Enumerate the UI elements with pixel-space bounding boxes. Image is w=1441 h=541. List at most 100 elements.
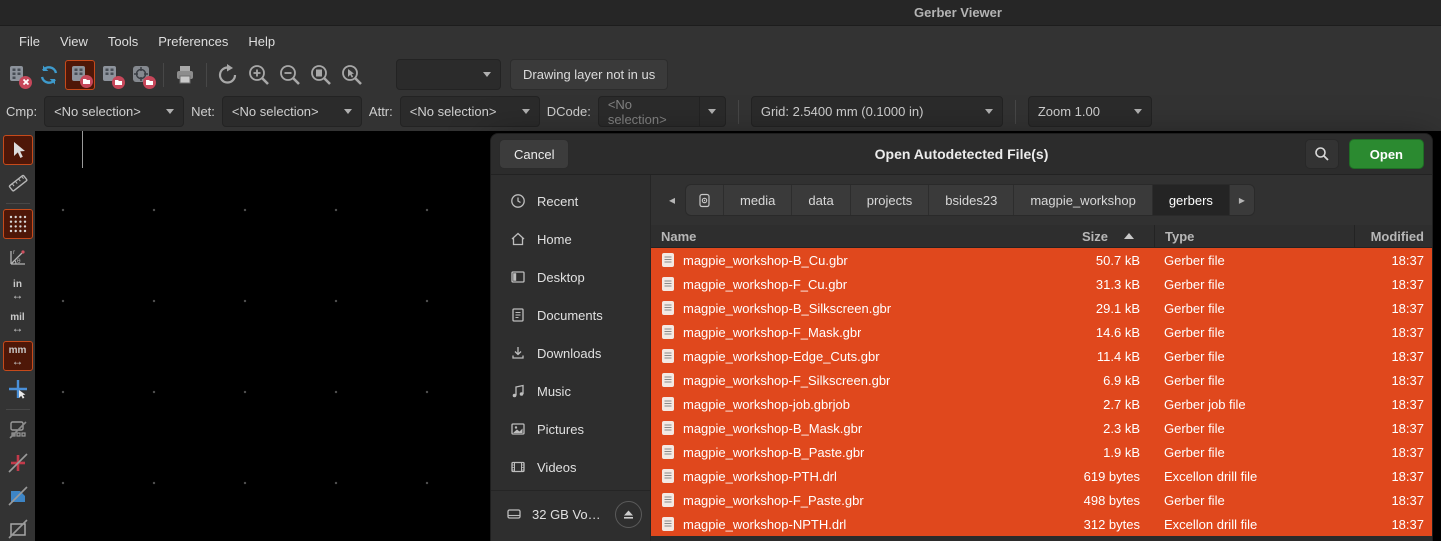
zoom-in-icon bbox=[249, 64, 269, 85]
zoom-selection-button[interactable] bbox=[337, 60, 367, 90]
zoom-value: Zoom 1.00 bbox=[1037, 104, 1100, 119]
chevron-down-icon bbox=[1133, 109, 1142, 114]
polar-coordinates-button[interactable]: θ r bbox=[3, 242, 33, 272]
sketch-polygons-button[interactable] bbox=[3, 481, 33, 511]
sidebar-item-home[interactable]: Home bbox=[495, 220, 646, 258]
window-title: Gerber Viewer bbox=[914, 5, 1002, 20]
breadcrumb-bsides23[interactable]: bsides23 bbox=[929, 185, 1015, 215]
file-modified: 18:37 bbox=[1391, 372, 1424, 388]
file-modified: 18:37 bbox=[1391, 420, 1424, 436]
file-size: 29.1 kB bbox=[1095, 300, 1140, 316]
file-name: magpie_workshop-Edge_Cuts.gbr bbox=[683, 348, 880, 364]
zoom-out-button[interactable] bbox=[275, 60, 305, 90]
menu-view[interactable]: View bbox=[50, 30, 98, 53]
file-icon bbox=[662, 445, 674, 459]
file-modified: 18:37 bbox=[1391, 516, 1424, 532]
file-row[interactable]: magpie_workshop-F_Paste.gbr 498 bytes Ge… bbox=[651, 488, 1432, 512]
file-icon bbox=[662, 469, 674, 483]
clock-icon bbox=[511, 194, 525, 208]
sidebar-item-videos[interactable]: Videos bbox=[495, 448, 646, 486]
file-icon bbox=[662, 325, 674, 339]
select-tool-button[interactable] bbox=[2, 135, 33, 165]
units-mm-button[interactable]: mm ↔ bbox=[2, 341, 33, 371]
breadcrumb-data[interactable]: data bbox=[792, 185, 851, 215]
layer-select[interactable] bbox=[396, 59, 501, 90]
cancel-button[interactable]: Cancel bbox=[499, 139, 570, 169]
zoom-select[interactable]: Zoom 1.00 bbox=[1027, 96, 1152, 127]
redraw-view-button[interactable] bbox=[213, 60, 243, 90]
attr-value: <No selection> bbox=[409, 104, 497, 119]
file-row[interactable]: magpie_workshop-B_Mask.gbr 2.3 kB Gerber… bbox=[651, 416, 1432, 440]
sidebar-item-recent[interactable]: Recent bbox=[495, 182, 646, 220]
column-header-size[interactable]: Size bbox=[1076, 225, 1154, 247]
sidebar-item-volume[interactable]: 32 GB Vo… bbox=[491, 495, 650, 533]
open-button[interactable]: Open bbox=[1348, 139, 1424, 169]
attr-select[interactable]: <No selection> bbox=[399, 96, 540, 127]
menu-preferences[interactable]: Preferences bbox=[148, 30, 238, 53]
hide-layers-manager-button[interactable] bbox=[3, 415, 33, 445]
sidebar-item-documents[interactable]: Documents bbox=[495, 296, 646, 334]
file-name: magpie_workshop-NPTH.drl bbox=[683, 516, 847, 532]
sidebar-item-desktop[interactable]: Desktop bbox=[495, 258, 646, 296]
sidebar-item-music[interactable]: Music bbox=[495, 372, 646, 410]
menu-help[interactable]: Help bbox=[238, 30, 285, 53]
units-mils-button[interactable]: mil ↔ bbox=[3, 308, 33, 338]
gerber-viewer-window: { "window": { "title": "Gerber Viewer" }… bbox=[0, 0, 1441, 541]
sidebar-item-label: Documents bbox=[537, 307, 603, 323]
sidebar-item-downloads[interactable]: Downloads bbox=[495, 334, 646, 372]
open-drill-file-button[interactable] bbox=[96, 60, 126, 90]
sidebar-item-pictures[interactable]: Pictures bbox=[495, 410, 646, 448]
file-row[interactable]: magpie_workshop-F_Silkscreen.gbr 6.9 kB … bbox=[651, 368, 1432, 392]
cmp-select[interactable]: <No selection> bbox=[44, 96, 185, 127]
dcode-select[interactable]: <No selection> bbox=[597, 96, 726, 127]
sketch-lines-button[interactable] bbox=[3, 514, 33, 541]
file-row[interactable]: magpie_workshop-NPTH.drl 312 bytes Excel… bbox=[651, 512, 1432, 536]
column-header-name[interactable]: Name bbox=[651, 225, 1076, 247]
open-job-file-button[interactable] bbox=[127, 60, 157, 90]
toolbar-separator bbox=[163, 62, 164, 87]
open-gerber-file-button[interactable] bbox=[65, 59, 95, 90]
breadcrumb-gerbers[interactable]: gerbers bbox=[1152, 185, 1230, 215]
grid-visibility-button[interactable] bbox=[2, 209, 33, 239]
file-row[interactable]: magpie_workshop-F_Mask.gbr 14.6 kB Gerbe… bbox=[651, 320, 1432, 344]
file-row[interactable]: magpie_workshop-B_Paste.gbr 1.9 kB Gerbe… bbox=[651, 440, 1432, 464]
eject-button[interactable] bbox=[615, 500, 642, 528]
dcode-arrow-segment[interactable] bbox=[698, 97, 725, 126]
rectangle-slash-icon bbox=[7, 519, 28, 539]
path-scroll-left-button[interactable]: ◂ bbox=[661, 185, 683, 216]
print-button[interactable] bbox=[170, 60, 200, 90]
file-row[interactable]: magpie_workshop-B_Silkscreen.gbr 29.1 kB… bbox=[651, 296, 1432, 320]
column-header-row: Name Size Type Modified bbox=[651, 225, 1432, 248]
measure-tool-button[interactable] bbox=[3, 168, 33, 198]
units-inches-button[interactable]: in ↔ bbox=[3, 275, 33, 305]
reload-layers-button[interactable] bbox=[34, 60, 64, 90]
dialog-header: Cancel Open Autodetected File(s) Open bbox=[491, 134, 1432, 175]
file-row[interactable]: magpie_workshop-Edge_Cuts.gbr 11.4 kB Ge… bbox=[651, 344, 1432, 368]
hide-flashed-items-button[interactable] bbox=[3, 448, 33, 478]
double-arrow-icon: ↔ bbox=[11, 321, 24, 335]
file-row[interactable]: magpie_workshop-PTH.drl 619 bytes Excell… bbox=[651, 464, 1432, 488]
breadcrumb-magpie-workshop[interactable]: magpie_workshop bbox=[1014, 185, 1153, 215]
file-type: Gerber file bbox=[1164, 372, 1225, 388]
breadcrumb-projects[interactable]: projects bbox=[851, 185, 930, 215]
file-row[interactable]: magpie_workshop-job.gbrjob 2.7 kB Gerber… bbox=[651, 392, 1432, 416]
file-row[interactable]: magpie_workshop-B_Cu.gbr 50.7 kB Gerber … bbox=[651, 248, 1432, 272]
search-button[interactable] bbox=[1304, 139, 1339, 169]
breadcrumb-media[interactable]: media bbox=[724, 185, 793, 215]
column-header-type[interactable]: Type bbox=[1154, 225, 1354, 247]
column-header-modified[interactable]: Modified bbox=[1354, 225, 1432, 247]
menu-file[interactable]: File bbox=[9, 30, 50, 53]
grid-select[interactable]: Grid: 2.5400 mm (0.1000 in) bbox=[750, 96, 1003, 127]
net-select[interactable]: <No selection> bbox=[221, 96, 362, 127]
zoom-in-button[interactable] bbox=[244, 60, 274, 90]
places-sidebar: Recent Home Desktop Documents Downloads … bbox=[491, 175, 651, 541]
file-name: magpie_workshop-F_Cu.gbr bbox=[683, 276, 848, 292]
menu-tools[interactable]: Tools bbox=[98, 30, 148, 53]
ruler-icon bbox=[8, 174, 27, 192]
clear-layers-button[interactable] bbox=[3, 60, 33, 90]
breadcrumb-volume-button[interactable] bbox=[686, 185, 724, 215]
zoom-fit-button[interactable] bbox=[306, 60, 336, 90]
path-scroll-right-button[interactable]: ▸ bbox=[1230, 185, 1254, 215]
crosshair-cursor-button[interactable] bbox=[3, 374, 33, 404]
file-row[interactable]: magpie_workshop-F_Cu.gbr 31.3 kB Gerber … bbox=[651, 272, 1432, 296]
